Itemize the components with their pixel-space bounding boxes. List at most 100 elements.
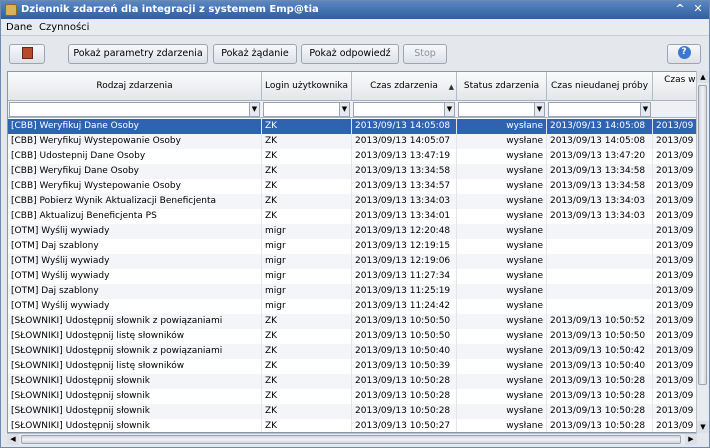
cell-sent-time: 2013/09 (653, 269, 696, 284)
table-row[interactable]: [SŁOWNIKI] Udostępnij listę słowników ZK 2… (8, 329, 696, 344)
filter-event-time[interactable]: ▼ (353, 102, 455, 117)
cell-event-time: 2013/09/13 11:24:42 (352, 299, 457, 314)
cell-user-login: ZK (262, 329, 352, 344)
table-row[interactable]: [CBB] Weryfikuj Dane Osoby ZK 2013/09/13 1… (8, 119, 696, 134)
table-row[interactable]: [CBB] Aktualizuj Beneficjenta PS ZK 2013/0… (8, 209, 696, 224)
cell-event-type: [OTM] Wyślij wywiady (8, 254, 262, 269)
horizontal-scroll-thumb[interactable] (21, 435, 681, 444)
filter-user-login[interactable]: ▼ (263, 102, 350, 117)
column-header-event-time[interactable]: Czas zdarzenia ▲ (352, 72, 457, 101)
table-row[interactable]: [CBB] Weryfikuj Wystepowanie Osoby ZK 2013… (8, 179, 696, 194)
column-header-sent-time[interactable]: Czas wy (653, 72, 696, 101)
show-request-button[interactable]: Pokaż żądanie (213, 44, 297, 64)
cell-sent-time: 2013/09 (653, 209, 696, 224)
menu-item-dane[interactable]: Dane (6, 22, 32, 33)
table-row[interactable]: [CBB] Weryfikuj Wystepowanie Osoby ZK 2013… (8, 134, 696, 149)
cell-event-time: 2013/09/13 10:50:50 (352, 329, 457, 344)
filter-row: ▼ ▼ ▼ ▼ ▼ (8, 101, 696, 118)
filter-failed-attempt-time[interactable]: ▼ (548, 102, 651, 117)
column-header-failed-attempt-time[interactable]: Czas nieudanej próby (547, 72, 653, 101)
scroll-up-icon[interactable]: ▲ (697, 71, 709, 83)
cell-event-status: wysłane (457, 389, 547, 404)
cell-failed-attempt-time: 2013/09/13 10:50:28 (547, 389, 653, 404)
table-row[interactable]: [OTM] Daj szablony migr 2013/09/13 12:19:1… (8, 239, 696, 254)
cell-sent-time: 2013/09 (653, 284, 696, 299)
table-row[interactable]: [OTM] Daj szablony migr 2013/09/13 11:25:1… (8, 284, 696, 299)
cell-user-login: ZK (262, 209, 352, 224)
cell-event-status: wysłane (457, 209, 547, 224)
chevron-down-icon[interactable]: ▼ (640, 103, 650, 116)
chevron-down-icon[interactable]: ▼ (444, 103, 454, 116)
app-icon (5, 4, 17, 16)
table-row[interactable]: [CBB] Weryfikuj Dane Osoby ZK 2013/09/13 1… (8, 164, 696, 179)
scroll-left-icon[interactable]: ◀ (7, 434, 19, 445)
table-row[interactable]: [SŁOWNIKI] Udostępnij słownik z powiązan… (8, 344, 696, 359)
minimize-icon[interactable]: ^ (673, 2, 687, 16)
cell-event-time: 2013/09/13 12:20:48 (352, 224, 457, 239)
column-header-event-type[interactable]: Rodzaj zdarzenia (8, 72, 262, 101)
stop-button[interactable]: Stop (403, 44, 447, 64)
table-row[interactable]: [CBB] Pobierz Wynik Aktualizacji Benefic… (8, 194, 696, 209)
table-row[interactable]: [SŁOWNIKI] Udostępnij słownik z powiązan… (8, 314, 696, 329)
table-row[interactable]: [SŁOWNIKI] Udostępnij słownik ZK 2013/09/1… (8, 389, 696, 404)
cell-event-type: [CBB] Pobierz Wynik Aktualizacji Benefic… (8, 194, 262, 209)
column-header-event-status[interactable]: Status zdarzenia (457, 72, 547, 101)
table-row[interactable]: [SŁOWNIKI] Udostępnij słownik ZK 2013/09/1… (8, 419, 696, 432)
cell-sent-time: 2013/09 (653, 224, 696, 239)
chevron-down-icon[interactable]: ▼ (339, 103, 349, 116)
cell-user-login: migr (262, 269, 352, 284)
cell-sent-time: 2013/09 (653, 344, 696, 359)
cell-event-status: wysłane (457, 179, 547, 194)
scroll-right-icon[interactable]: ▶ (685, 434, 697, 445)
cell-event-type: [OTM] Wyślij wywiady (8, 269, 262, 284)
table-row[interactable]: [SŁOWNIKI] Udostępnij listę słowników ZK 2… (8, 359, 696, 374)
cell-event-time: 2013/09/13 13:34:58 (352, 164, 457, 179)
column-header-user-login[interactable]: Login użytkownika (262, 72, 352, 101)
chevron-down-icon[interactable]: ▼ (249, 103, 259, 116)
cell-user-login: migr (262, 299, 352, 314)
cell-event-status: wysłane (457, 329, 547, 344)
cell-sent-time: 2013/09 (653, 404, 696, 419)
cell-failed-attempt-time: 2013/09/13 14:05:08 (547, 119, 653, 134)
menu-item-czynnosci[interactable]: Czynności (39, 22, 89, 33)
cell-event-time: 2013/09/13 10:50:40 (352, 344, 457, 359)
cell-failed-attempt-time: 2013/09/13 14:05:08 (547, 134, 653, 149)
table-row[interactable]: [OTM] Wyślij wywiady migr 2013/09/13 12:19… (8, 254, 696, 269)
filter-event-status[interactable]: ▼ (458, 102, 545, 117)
cell-user-login: ZK (262, 119, 352, 134)
cell-user-login: ZK (262, 359, 352, 374)
cell-event-time: 2013/09/13 12:19:15 (352, 239, 457, 254)
help-button[interactable]: ? (667, 44, 701, 64)
chevron-down-icon[interactable]: ▼ (534, 103, 544, 116)
cell-event-time: 2013/09/13 13:34:01 (352, 209, 457, 224)
cell-user-login: ZK (262, 134, 352, 149)
cell-event-status: wysłane (457, 164, 547, 179)
cell-failed-attempt-time: 2013/09/13 10:50:50 (547, 329, 653, 344)
cell-failed-attempt-time (547, 299, 653, 314)
vertical-scroll-thumb[interactable] (698, 85, 707, 385)
table-row[interactable]: [OTM] Wyślij wywiady migr 2013/09/13 12:20… (8, 224, 696, 239)
cell-event-time: 2013/09/13 11:27:34 (352, 269, 457, 284)
table-row[interactable]: [SŁOWNIKI] Udostępnij słownik ZK 2013/09/1… (8, 374, 696, 389)
cell-event-type: [OTM] Daj szablony (8, 239, 262, 254)
show-params-button[interactable]: Pokaż parametry zdarzenia (68, 44, 208, 64)
cell-event-status: wysłane (457, 299, 547, 314)
cell-event-type: [SŁOWNIKI] Udostępnij listę słowników (8, 329, 262, 344)
show-response-button[interactable]: Pokaż odpowiedź (301, 44, 399, 64)
cell-failed-attempt-time (547, 254, 653, 269)
table-row[interactable]: [CBB] Udostepnij Dane Osoby ZK 2013/09/13 … (8, 149, 696, 164)
table-row[interactable]: [OTM] Wyślij wywiady migr 2013/09/13 11:24… (8, 299, 696, 314)
table-row[interactable]: [SŁOWNIKI] Udostępnij słownik ZK 2013/09/1… (8, 404, 696, 419)
close-icon[interactable]: ✕ (691, 2, 705, 16)
cell-event-time: 2013/09/13 10:50:27 (352, 419, 457, 432)
scroll-down-icon[interactable]: ▼ (697, 421, 709, 433)
vertical-scrollbar[interactable]: ▲ ▼ (696, 71, 709, 433)
table-row[interactable]: [OTM] Wyślij wywiady migr 2013/09/13 11:27… (8, 269, 696, 284)
exit-button[interactable] (9, 44, 45, 64)
cell-event-time: 2013/09/13 13:47:19 (352, 149, 457, 164)
filter-event-type[interactable]: ▼ (9, 102, 260, 117)
cell-sent-time: 2013/09 (653, 389, 696, 404)
cell-event-status: wysłane (457, 374, 547, 389)
cell-event-time: 2013/09/13 13:34:57 (352, 179, 457, 194)
horizontal-scrollbar[interactable]: ◀ ▶ (7, 433, 697, 445)
